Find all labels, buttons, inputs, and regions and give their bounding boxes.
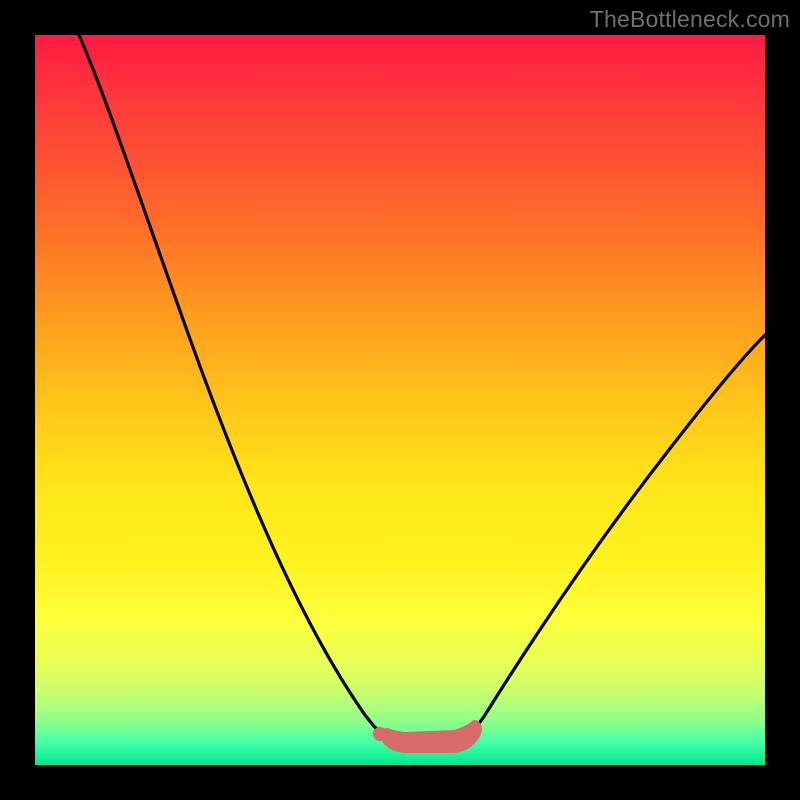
chart-frame: TheBottleneck.com [0, 0, 800, 800]
flat-bottom-markers [373, 725, 477, 748]
plot-area [35, 35, 765, 765]
curve-svg [35, 35, 765, 765]
watermark-text: TheBottleneck.com [590, 6, 790, 33]
bottleneck-curve-black [79, 35, 765, 744]
